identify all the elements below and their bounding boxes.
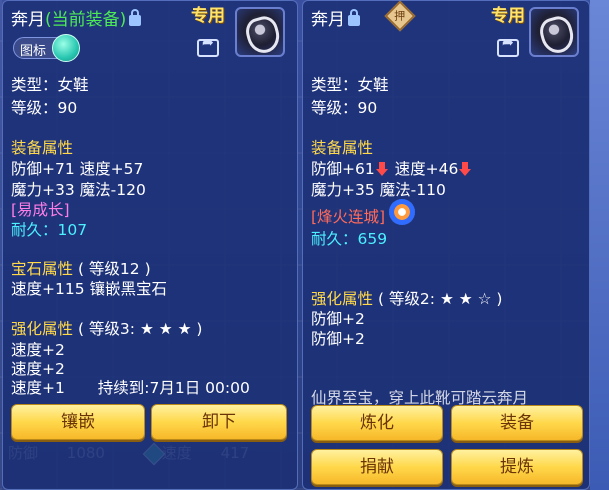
extract-button[interactable]: 提炼 — [451, 449, 583, 485]
attribute-line: 防御+61 速度+46 — [311, 157, 473, 179]
item-type: 类型：女鞋 — [311, 76, 389, 94]
enhance-heading-row: 强化属性 ( 等级3: ★ ★ ★ ) — [11, 317, 202, 339]
equipment-boots-icon — [529, 7, 579, 57]
lock-icon — [129, 9, 142, 26]
attribute-speed: 速度+46 — [394, 160, 459, 178]
exclusive-label: 专用 — [191, 6, 225, 26]
toggle-label: 图标 — [20, 44, 47, 59]
seal-char: 押 — [394, 9, 406, 23]
down-arrow-icon — [459, 162, 472, 176]
gem-level: ( 等级12 ) — [77, 260, 151, 278]
donate-button[interactable]: 捐献 — [311, 449, 443, 485]
attribute-line: 防御+71 速度+57 — [11, 160, 144, 178]
background-edge — [590, 0, 609, 490]
icon-toggle[interactable]: 图标 — [13, 34, 80, 62]
enhance-line: 速度+1 — [11, 379, 65, 397]
enhance-heading: 强化属性 — [11, 320, 74, 338]
gem-heading: 宝石属性 — [11, 260, 74, 278]
down-arrow-icon — [375, 162, 388, 176]
special-attribute: [易成长] — [11, 201, 70, 219]
attribute-line: 魔力+35 魔法-110 — [311, 181, 446, 199]
enhance-line: 防御+2 — [311, 330, 365, 348]
inlay-button[interactable]: 镶嵌 — [11, 404, 145, 440]
enhance-line-duration: 速度+1 持续到:7月1日 00:00 — [11, 376, 250, 398]
attribute-line: 魔力+33 魔法-120 — [11, 181, 146, 199]
share-icon[interactable] — [497, 35, 519, 57]
share-icon[interactable] — [197, 35, 219, 57]
enhance-line: 防御+2 — [311, 310, 365, 328]
gem-value: 速度+115 镶嵌黑宝石 — [11, 280, 167, 298]
unequip-button[interactable]: 卸下 — [151, 404, 287, 440]
durability: 耐久：659 — [311, 230, 388, 248]
seal-icon: 押 — [384, 0, 416, 32]
equip-button[interactable]: 装备 — [451, 405, 583, 441]
enhance-heading-row: 强化属性 ( 等级2: ★ ★ ☆ ) — [311, 287, 502, 309]
item-title: 奔月 — [311, 5, 360, 30]
durability: 耐久：107 — [11, 221, 88, 239]
swirl-icon[interactable] — [389, 199, 415, 225]
item-name: 奔月 — [311, 10, 345, 30]
toggle-knob[interactable] — [52, 34, 80, 62]
item-level: 等级：90 — [311, 99, 378, 117]
compare-equipment-panel: 奔月 押 专用 类型：女鞋 等级：90 装备属性 防御+61 速度+46 魔力+… — [302, 0, 590, 490]
item-name: 奔月 — [11, 10, 45, 30]
enhance-level: ( 等级2: ★ ★ ☆ ) — [377, 290, 503, 308]
refine-button[interactable]: 炼化 — [311, 405, 443, 441]
enhance-level: ( 等级3: ★ ★ ★ ) — [77, 320, 203, 338]
special-attribute: [烽火连城] — [311, 208, 386, 226]
lock-icon — [348, 9, 360, 26]
item-title: 奔月(当前装备) — [11, 5, 142, 30]
enhance-duration: 持续到:7月1日 00:00 — [97, 379, 250, 397]
gem-heading-row: 宝石属性 ( 等级12 ) — [11, 257, 151, 279]
item-level: 等级：90 — [11, 99, 78, 117]
item-type: 类型：女鞋 — [11, 76, 89, 94]
attribute-heading: 装备属性 — [11, 139, 74, 157]
attribute-heading: 装备属性 — [311, 139, 374, 157]
current-equipped-tag: (当前装备) — [45, 10, 127, 30]
current-equipment-panel: 奔月(当前装备) 专用 图标 类型：女鞋 等级：90 装备属性 防御+71 速度… — [2, 0, 298, 490]
attribute-defense: 防御+61 — [311, 160, 375, 178]
equipment-boots-icon — [235, 7, 285, 57]
exclusive-label: 专用 — [491, 6, 525, 26]
enhance-heading: 强化属性 — [311, 290, 374, 308]
